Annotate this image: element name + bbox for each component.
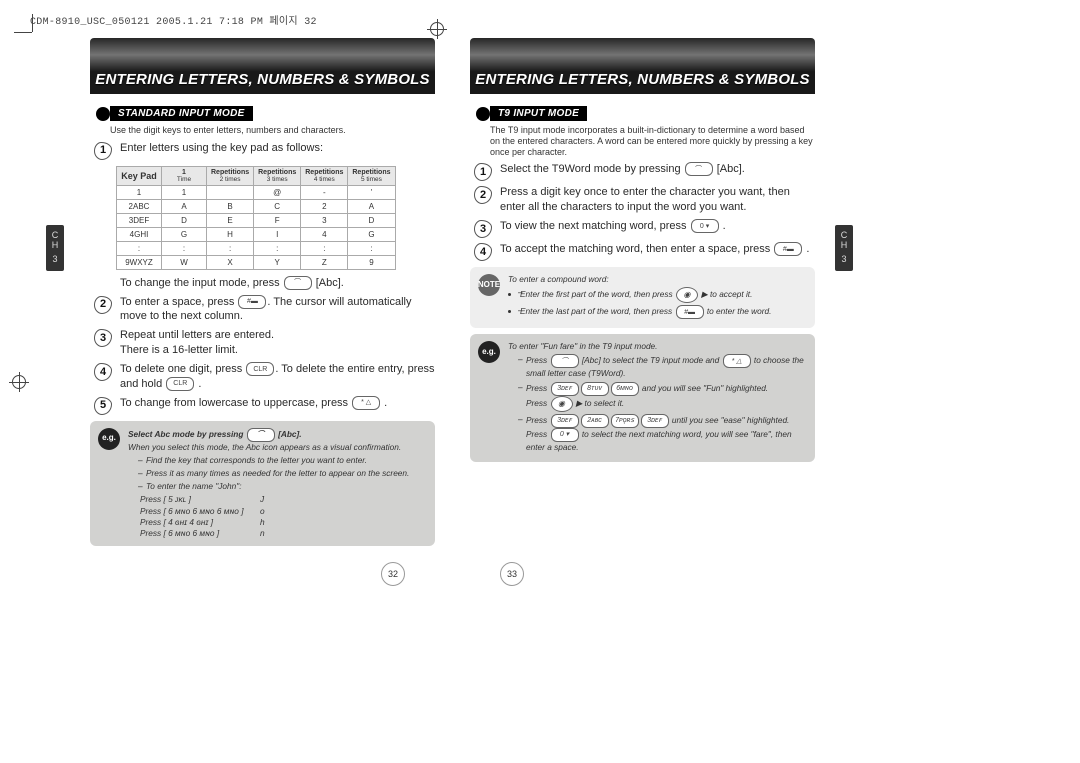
step-text: To change from lowercase to uppercase, p…: [120, 396, 435, 411]
nav-key-icon: ◉: [676, 287, 698, 303]
col-header: Repetitions3 times: [254, 166, 301, 185]
step-text: To delete one digit, press CLR. To delet…: [120, 362, 435, 392]
key-icon: 3ᴅᴇꜰ: [641, 414, 669, 428]
step: 5 To change from lowercase to uppercase,…: [94, 396, 435, 415]
step-number: 4: [94, 363, 112, 381]
step-text: To enter a space, press #▬. The cursor w…: [120, 295, 435, 325]
section-heading-t9: T9 INPUT MODE: [476, 106, 815, 121]
text: To change the input mode, press: [120, 277, 280, 289]
step-number: 3: [474, 220, 492, 238]
step: 1 Select the T9Word mode by pressing ⌒ […: [474, 162, 815, 181]
step: 3 Repeat until letters are entered. Ther…: [94, 328, 435, 358]
table-row: 4GHIGHI4G: [117, 227, 396, 241]
page-number: 32: [381, 562, 405, 586]
key-icon: #▬: [774, 242, 802, 256]
clr-key-icon: CLR: [246, 362, 274, 376]
note-box: NOTE To enter a compound word: Enter the…: [470, 267, 815, 328]
col-header: Repetitions5 times: [348, 166, 395, 185]
section-intro: Use the digit keys to enter letters, num…: [110, 125, 435, 136]
eg-icon: e.g.: [98, 428, 120, 450]
softkey-icon: ⌒: [284, 276, 312, 290]
step-number: 1: [94, 142, 112, 160]
step: 4 To delete one digit, press CLR. To del…: [94, 362, 435, 392]
note-icon: NOTE: [478, 274, 500, 296]
key-icon: 0 ▾: [551, 428, 579, 442]
example-content: To enter "Fun fare" in the T9 input mode…: [508, 341, 807, 455]
key-icon: 8ᴛᴜᴠ: [581, 382, 609, 396]
key-icon: * △: [723, 354, 751, 368]
step: 4 To accept the matching word, then ente…: [474, 242, 815, 261]
crop-mark: [14, 32, 32, 33]
col-header: Key Pad: [117, 166, 162, 185]
step-text: Press a digit key once to enter the char…: [500, 185, 815, 215]
table-row: 3DEFDEF3D: [117, 213, 396, 227]
key-icon: #▬: [676, 305, 704, 319]
col-header: Repetitions2 times: [207, 166, 254, 185]
print-header: CDM-8910_USC_050121 2005.1.21 7:18 PM 페이…: [30, 12, 317, 28]
key-icon: 3ᴅᴇꜰ: [551, 382, 579, 396]
step-text: To view the next matching word, press 0 …: [500, 219, 815, 234]
key-icon: 3ᴅᴇꜰ: [551, 414, 579, 428]
table-row: 2ABCABC2A: [117, 199, 396, 213]
page-left: ENTERING LETTERS, NUMBERS & SYMBOLS STAN…: [90, 38, 435, 552]
softkey-icon: ⌒: [551, 354, 579, 368]
registration-mark: [430, 22, 444, 36]
section-intro: The T9 input mode incorporates a built-i…: [490, 125, 815, 157]
step: 3 To view the next matching word, press …: [474, 219, 815, 238]
step-number: 5: [94, 397, 112, 415]
step-number: 1: [474, 163, 492, 181]
section-label: STANDARD INPUT MODE: [110, 106, 253, 121]
step: 2 Press a digit key once to enter the ch…: [474, 185, 815, 215]
step-number: 3: [94, 329, 112, 347]
key-icon: 0 ▾: [691, 219, 719, 233]
section-label: T9 INPUT MODE: [490, 106, 587, 121]
key-icon: 6ᴍɴᴏ: [611, 382, 639, 396]
key-icon: 7ᴘǫʀꜱ: [611, 414, 639, 428]
chapter-tab-left: CH3: [46, 225, 64, 271]
page-spread: ENTERING LETTERS, NUMBERS & SYMBOLS STAN…: [90, 38, 815, 552]
registration-mark: [12, 375, 26, 389]
page-title-banner: ENTERING LETTERS, NUMBERS & SYMBOLS: [470, 38, 815, 94]
step-text: Repeat until letters are entered. There …: [120, 328, 435, 358]
crop-mark: [32, 14, 33, 32]
key-icon: 2ᴀʙᴄ: [581, 414, 609, 428]
example-content: Select Abc mode by pressing ⌒ [Abc]. Whe…: [128, 428, 409, 540]
keypad-table: Key Pad 1Time Repetitions2 times Repetit…: [116, 166, 396, 270]
note-content: To enter a compound word: Enter the firs…: [508, 274, 771, 321]
key-icon: * △: [352, 396, 380, 410]
example-box: e.g. To enter "Fun fare" in the T9 input…: [470, 334, 815, 462]
step-text: To accept the matching word, then enter …: [500, 242, 815, 257]
chapter-tab-right: CH3: [835, 225, 853, 271]
page-right: ENTERING LETTERS, NUMBERS & SYMBOLS T9 I…: [470, 38, 815, 552]
text: [Abc].: [316, 277, 344, 289]
page-number: 33: [500, 562, 524, 586]
step-number: 4: [474, 243, 492, 261]
step-number: 2: [474, 186, 492, 204]
page-title-banner: ENTERING LETTERS, NUMBERS & SYMBOLS: [90, 38, 435, 94]
step: 1 Enter letters using the key pad as fol…: [94, 141, 435, 160]
key-icon: #▬: [238, 295, 266, 309]
clr-key-icon: CLR: [166, 377, 194, 391]
table-row: 11@-': [117, 185, 396, 199]
table-row: 9WXYZWXYZ9: [117, 255, 396, 269]
example-box: e.g. Select Abc mode by pressing ⌒ [Abc]…: [90, 421, 435, 547]
col-header: 1Time: [162, 166, 207, 185]
step-text: Select the T9Word mode by pressing ⌒ [Ab…: [500, 162, 815, 177]
step-number: 2: [94, 296, 112, 314]
step-text: Enter letters using the key pad as follo…: [120, 141, 435, 156]
nav-key-icon: ◉: [551, 396, 573, 412]
section-heading-standard: STANDARD INPUT MODE: [96, 106, 435, 121]
bullet-icon: [476, 107, 490, 121]
eg-icon: e.g.: [478, 341, 500, 363]
softkey-icon: ⌒: [685, 162, 713, 176]
table-row: ::::::: [117, 241, 396, 255]
bullet-icon: [96, 107, 110, 121]
col-header: Repetitions4 times: [301, 166, 348, 185]
step: 2 To enter a space, press #▬. The cursor…: [94, 295, 435, 325]
softkey-icon: ⌒: [247, 428, 275, 442]
sub-note: To change the input mode, press ⌒ [Abc].: [120, 276, 435, 291]
